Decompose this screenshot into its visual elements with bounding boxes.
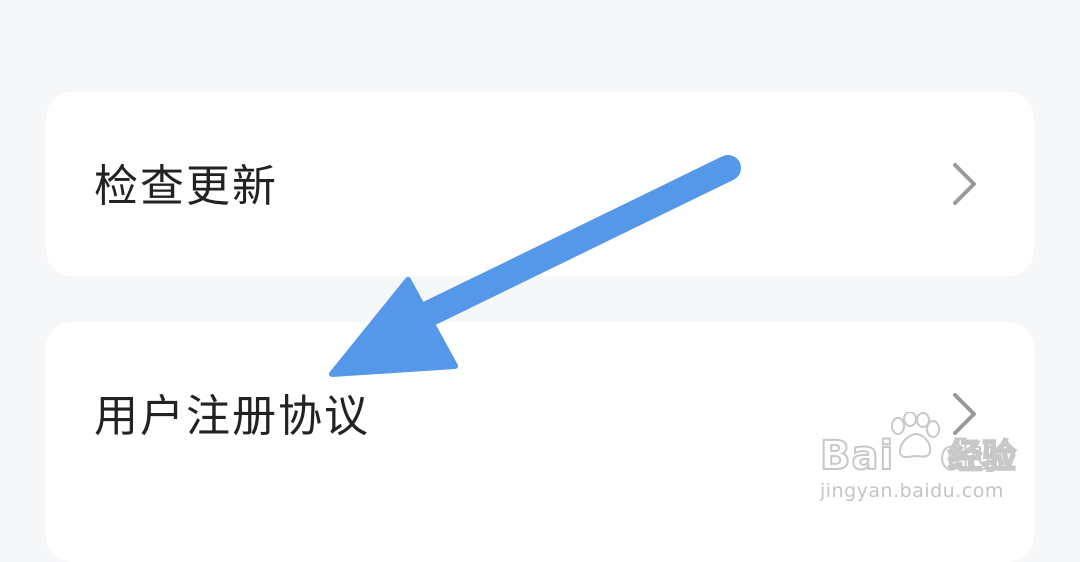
chevron-right-icon — [952, 162, 978, 206]
baidu-jingyan-watermark: Bai du 经验 jingyan.baidu.com — [819, 412, 1020, 508]
check-update-row[interactable]: 检查更新 — [46, 92, 1034, 276]
watermark-url: jingyan.baidu.com — [820, 480, 1004, 502]
check-update-label: 检查更新 — [94, 161, 278, 212]
user-agreement-label: 用户注册协议 — [94, 391, 370, 442]
watermark-brand-cn: 经验 — [947, 437, 1017, 477]
